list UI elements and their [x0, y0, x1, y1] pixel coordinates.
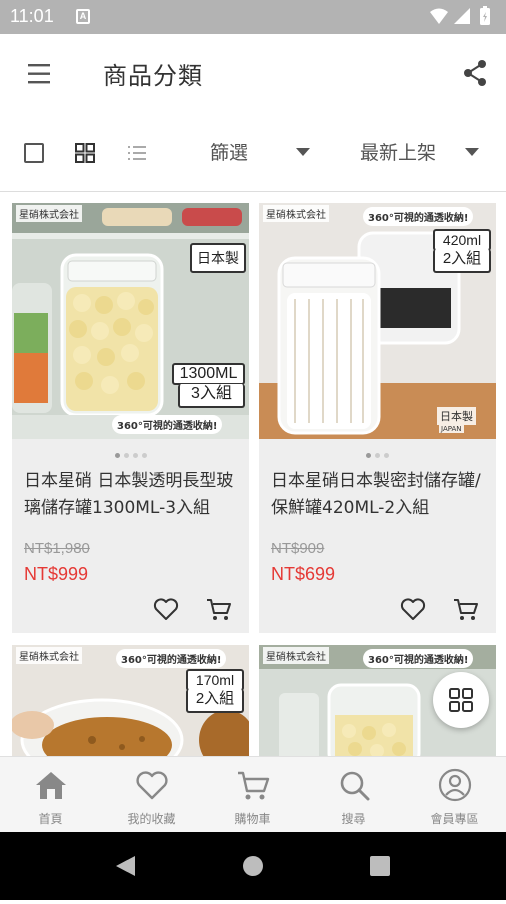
product-image[interactable]: 星硝株式会社 360°可視的通透收納! 420ml 2入組 日本製 JAPAN [259, 203, 496, 439]
count-tag: 3入組 [178, 384, 245, 408]
status-bar: 11:01 A [0, 0, 506, 34]
recents-icon[interactable] [370, 856, 390, 876]
back-icon[interactable] [116, 856, 135, 876]
heart-icon[interactable] [399, 595, 427, 623]
share-icon[interactable] [460, 58, 490, 88]
capacity-tag: 170ml [186, 669, 244, 691]
nav-home[interactable]: 首頁 [0, 757, 101, 833]
system-nav-buttons [116, 856, 390, 876]
slogan-banner: 360°可視的通透收納! [363, 207, 474, 226]
product-card[interactable]: 星硝株式会社 日本製 1300ML 3入組 360°可視的通透收納! 日本星硝 … [12, 203, 249, 633]
cart-icon[interactable] [452, 595, 480, 623]
original-price: NT$1,980 [24, 540, 90, 557]
original-price: NT$909 [271, 540, 325, 557]
grid-view-icon[interactable] [72, 140, 98, 166]
list-view-icon[interactable] [124, 140, 150, 166]
brand-label: 星硝株式会社 [263, 647, 329, 664]
cart-icon [238, 771, 270, 800]
nav-cart-label: 購物車 [234, 812, 271, 826]
nav-search-label: 搜尋 [341, 812, 366, 826]
menu-icon[interactable] [22, 58, 56, 90]
bottom-navigation: 首頁 我的收藏 購物車 搜尋 會員專區 [0, 756, 506, 832]
sort-dropdown[interactable]: 最新上架 [360, 138, 436, 165]
nav-favorites[interactable]: 我的收藏 [101, 757, 202, 833]
capacity-tag: 1300ML [172, 363, 245, 385]
app-bar: 商品分類 [0, 34, 506, 114]
product-card[interactable]: 星硝株式会社 360°可視的通透收納! 170ml 2入組 [12, 645, 249, 756]
image-pager [12, 443, 249, 458]
capacity-tag: 420ml [433, 229, 491, 251]
product-image[interactable]: 星硝株式会社 360°可視的通透收納! 170ml 2入組 [12, 645, 249, 756]
filter-dropdown[interactable]: 篩選 [210, 138, 248, 165]
sale-price: NT$699 [271, 564, 336, 584]
slogan-banner: 360°可視的通透收納! [363, 649, 474, 668]
page-title: 商品分類 [103, 62, 203, 90]
brand-label: 星硝株式会社 [16, 647, 82, 664]
home-button-icon[interactable] [243, 856, 263, 876]
single-view-icon[interactable] [21, 140, 47, 166]
nav-cart[interactable]: 購物車 [202, 757, 303, 833]
brand-label: 星硝株式会社 [263, 205, 329, 222]
wifi-icon [430, 8, 448, 24]
category-fab[interactable] [433, 672, 489, 728]
nav-home-label: 首頁 [38, 812, 63, 826]
product-grid: 星硝株式会社 日本製 1300ML 3入組 360°可視的通透收納! 日本星硝 … [0, 193, 506, 756]
slogan-banner: 360°可視的通透收納! [112, 415, 223, 434]
country-label: JAPAN [439, 425, 464, 433]
user-icon [438, 768, 472, 802]
notification-badge: A [76, 9, 90, 24]
heart-icon[interactable] [152, 595, 180, 623]
view-toolbar: 篩選 最新上架 [0, 114, 506, 192]
home-icon [36, 772, 66, 799]
product-card[interactable]: 星硝株式会社 360°可視的通透收納! 420ml 2入組 日本製 JAPAN … [259, 203, 496, 633]
system-status-icons [430, 6, 490, 25]
grid-icon [449, 688, 473, 712]
image-pager [259, 443, 496, 458]
product-name[interactable]: 日本星硝 日本製透明長型玻璃儲存罐1300ML-3入組 [24, 468, 244, 522]
product-name[interactable]: 日本星硝日本製密封儲存罐/保鮮罐420ML-2入組 [271, 468, 491, 522]
made-in-tag: 日本製 [190, 243, 246, 273]
count-tag: 2入組 [186, 689, 244, 713]
status-time: 11:01 [10, 6, 54, 26]
cart-icon[interactable] [205, 595, 233, 623]
nav-favorites-label: 我的收藏 [127, 812, 176, 826]
filter-caret-icon[interactable] [296, 148, 310, 156]
sale-price: NT$999 [24, 564, 89, 584]
slogan-banner: 360°可視的通透收納! [116, 649, 227, 668]
heart-icon [136, 771, 168, 800]
count-tag: 2入組 [433, 249, 491, 273]
signal-icon [454, 8, 470, 24]
nav-member-label: 會員專區 [430, 812, 479, 826]
product-image[interactable]: 星硝株式会社 日本製 1300ML 3入組 360°可視的通透收納! [12, 203, 249, 439]
search-icon [340, 771, 370, 801]
nav-search[interactable]: 搜尋 [303, 757, 404, 833]
sort-caret-icon[interactable] [465, 148, 479, 156]
made-in-label: 日本製 [437, 407, 476, 425]
brand-label: 星硝株式会社 [16, 205, 82, 222]
system-navigation-bar [0, 832, 506, 900]
nav-member[interactable]: 會員專區 [404, 757, 505, 833]
